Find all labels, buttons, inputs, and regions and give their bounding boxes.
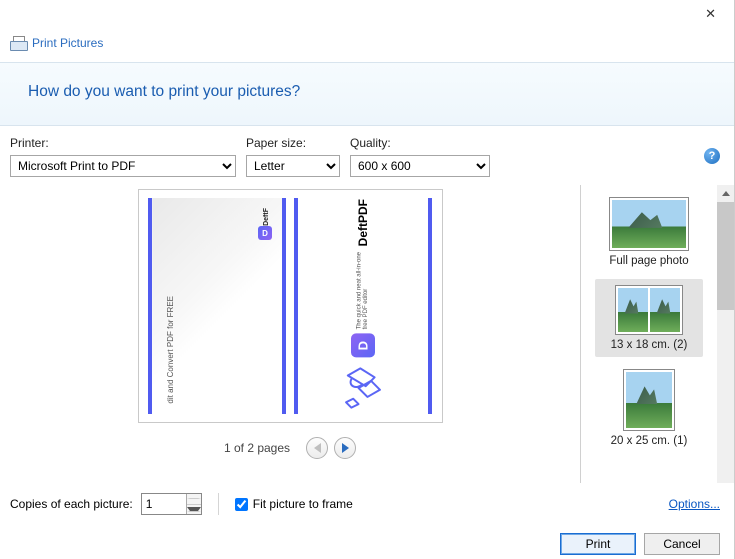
page-status: 1 of 2 pages: [224, 441, 290, 455]
squiggle-icon: [340, 363, 386, 413]
banner-heading: How do you want to print your pictures?: [28, 83, 724, 101]
print-button[interactable]: Print: [560, 533, 636, 555]
fit-to-frame-label: Fit picture to frame: [253, 497, 353, 511]
quality-select[interactable]: 600 x 600: [350, 155, 490, 177]
help-icon[interactable]: ?: [704, 148, 720, 164]
copies-down-button[interactable]: [187, 505, 201, 515]
layout-item-20x25-1[interactable]: 20 x 25 cm. (1): [595, 363, 703, 453]
preview-pane: DeftF D dit and Convert PDF for FREE Def…: [0, 185, 581, 483]
title-row: Print Pictures: [0, 28, 734, 62]
brand-tagline-1: The quick and neat all-in-one: [356, 252, 363, 329]
banner: How do you want to print your pictures?: [0, 62, 734, 126]
page-preview: DeftF D dit and Convert PDF for FREE Def…: [138, 189, 443, 423]
left-side-text: dit and Convert PDF for FREE: [166, 296, 175, 404]
next-page-button[interactable]: [334, 437, 356, 459]
cancel-button[interactable]: Cancel: [644, 533, 720, 555]
layout-label: Full page photo: [609, 255, 688, 267]
copies-spinner[interactable]: [141, 493, 202, 515]
divider: [218, 493, 219, 515]
paper-size-select[interactable]: Letter: [246, 155, 340, 177]
copies-up-button[interactable]: [187, 494, 201, 505]
layout-scrollbar[interactable]: [717, 185, 734, 483]
brand-small-text: DeftF: [263, 208, 270, 226]
brand-badge-small-icon: D: [258, 226, 272, 240]
paper-size-label: Paper size:: [246, 136, 340, 150]
copies-label: Copies of each picture:: [10, 497, 133, 511]
printer-label: Printer:: [10, 136, 236, 150]
brand-badge-icon: D: [351, 333, 375, 357]
layout-panel: Full page photo 13 x 18 cm. (2) 20 x 25 …: [581, 185, 717, 483]
brand-tagline-2: free PDF editor: [363, 252, 370, 329]
scroll-up-button[interactable]: [717, 185, 734, 202]
layout-label: 20 x 25 cm. (1): [611, 435, 688, 447]
scroll-thumb[interactable]: [717, 202, 734, 310]
preview-left-half: DeftF D dit and Convert PDF for FREE: [148, 198, 286, 414]
brand-title: DeftPDF: [356, 199, 370, 246]
window-title: Print Pictures: [32, 36, 103, 50]
printer-select[interactable]: Microsoft Print to PDF: [10, 155, 236, 177]
prev-page-button[interactable]: [306, 437, 328, 459]
layout-item-13x18-2[interactable]: 13 x 18 cm. (2): [595, 279, 703, 357]
preview-right-half: DeftPDF D The quick and neat all-in-one …: [294, 198, 432, 414]
layout-label: 13 x 18 cm. (2): [611, 339, 688, 351]
layout-item-full-page[interactable]: Full page photo: [595, 191, 703, 273]
printer-icon: [10, 36, 26, 50]
options-link[interactable]: Options...: [669, 497, 720, 511]
close-button[interactable]: ✕: [697, 4, 724, 24]
fit-to-frame-checkbox[interactable]: [235, 498, 248, 511]
quality-label: Quality:: [350, 136, 490, 150]
copies-input[interactable]: [142, 494, 186, 514]
